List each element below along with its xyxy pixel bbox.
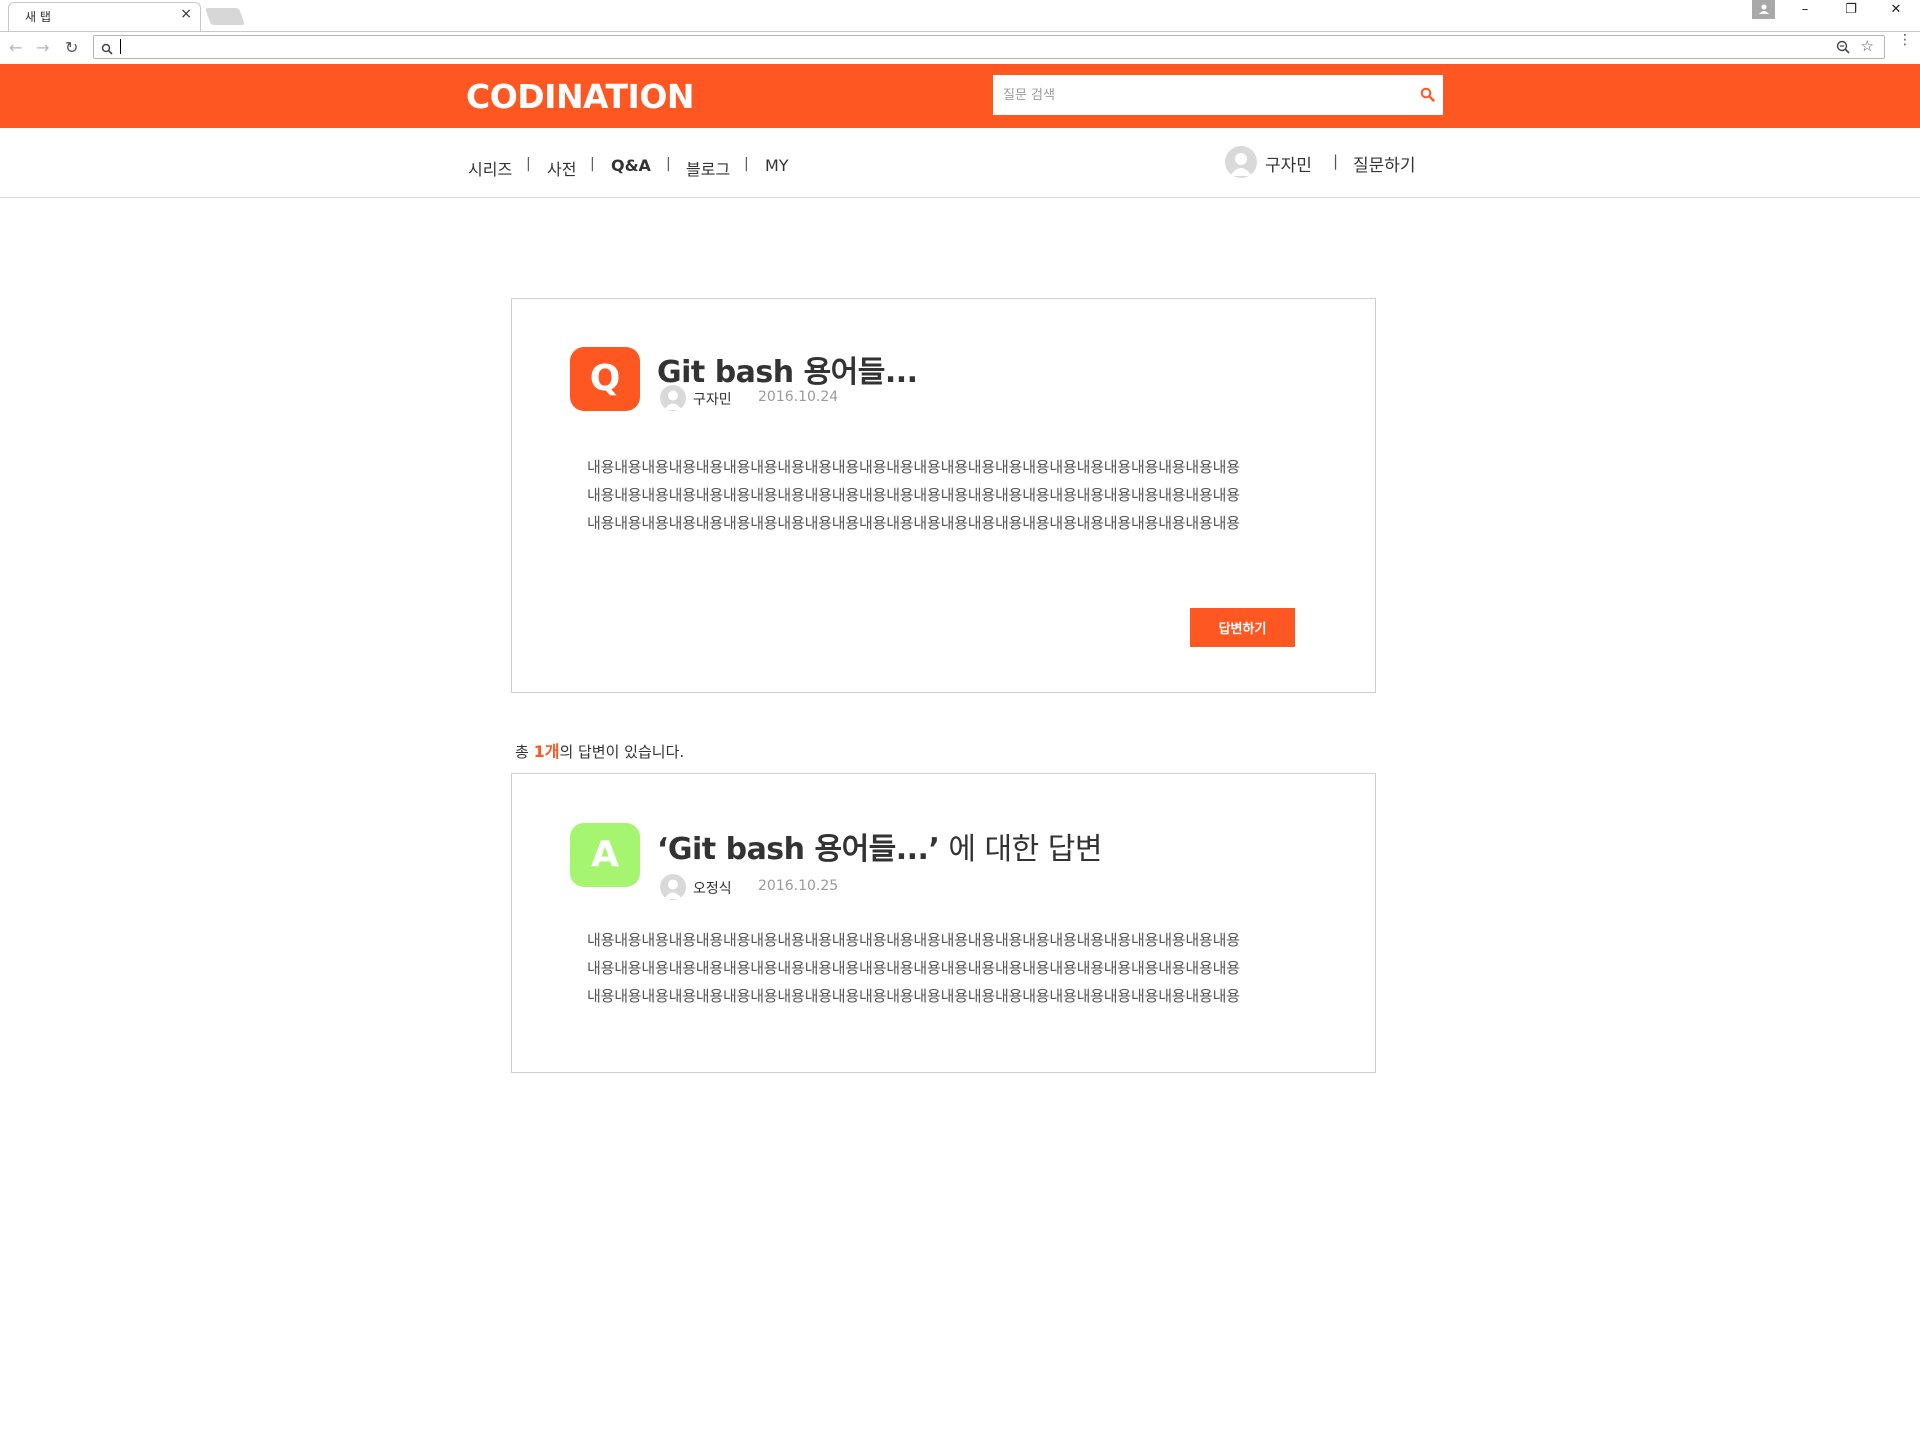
answer-body: 내용내용내용내용내용내용내용내용내용내용내용내용내용내용내용내용내용내용내용내용… xyxy=(587,926,1307,1010)
post-date: 2016.10.25 xyxy=(758,878,839,894)
bookmark-star-icon[interactable]: ☆ xyxy=(1861,37,1874,55)
nav-separator: | xyxy=(744,156,749,172)
browser-tab-bar: 새 탭 × – ❐ ✕ xyxy=(0,0,1920,31)
answer-title: ‘Git bash 용어들...’ 에 대한 답변 xyxy=(657,824,1102,868)
answer-title-rest: 에 대한 답변 xyxy=(939,832,1102,867)
tab-close-icon[interactable]: × xyxy=(180,6,192,22)
main-nav: 시리즈 | 사전 | Q&A | 블로그 | MY 구자민 | 질문하기 xyxy=(0,128,1920,198)
question-title: Git bash 용어들... xyxy=(657,355,918,390)
text-caret xyxy=(120,39,121,54)
body-line: 내용내용내용내용내용내용내용내용내용내용내용내용내용내용내용내용내용내용내용내용… xyxy=(587,458,1240,476)
window-close-icon[interactable]: ✕ xyxy=(1878,2,1914,24)
nav-separator: | xyxy=(590,156,595,172)
nav-separator: | xyxy=(1333,152,1339,170)
nav-item-blog[interactable]: 블로그 xyxy=(686,156,730,180)
user-name[interactable]: 구자민 xyxy=(1265,151,1312,176)
body-line: 내용내용내용내용내용내용내용내용내용내용내용내용내용내용내용내용내용내용내용내용… xyxy=(587,486,1240,504)
body-line: 내용내용내용내용내용내용내용내용내용내용내용내용내용내용내용내용내용내용내용내용… xyxy=(587,931,1240,949)
post-date: 2016.10.24 xyxy=(758,389,839,405)
site-logo[interactable]: CODINATION xyxy=(466,77,695,116)
browser-menu-icon[interactable]: ⋮ xyxy=(1898,33,1912,47)
nav-item-qna[interactable]: Q&A xyxy=(611,156,651,175)
avatar xyxy=(660,385,686,411)
nav-item-series[interactable]: 시리즈 xyxy=(468,156,512,180)
body-line: 내용내용내용내용내용내용내용내용내용내용내용내용내용내용내용내용내용내용내용내용… xyxy=(587,959,1240,977)
answer-count-suffix: 의 답변이 있습니다. xyxy=(559,743,685,761)
reload-icon[interactable]: ↻ xyxy=(65,38,78,57)
body-line: 내용내용내용내용내용내용내용내용내용내용내용내용내용내용내용내용내용내용내용내용… xyxy=(587,987,1240,1005)
question-body: 내용내용내용내용내용내용내용내용내용내용내용내용내용내용내용내용내용내용내용내용… xyxy=(587,453,1307,537)
answer-count-number: 1개 xyxy=(533,742,560,761)
ask-question-link[interactable]: 질문하기 xyxy=(1353,151,1416,176)
tab-title: 새 탭 xyxy=(25,10,51,24)
avatar xyxy=(660,874,686,900)
new-tab-button[interactable] xyxy=(204,8,246,25)
author-name: 오정식 xyxy=(693,881,732,897)
zoom-icon[interactable] xyxy=(1836,39,1850,58)
answer-badge: A xyxy=(570,823,640,887)
question-badge: Q xyxy=(570,347,640,411)
restore-icon[interactable]: ❐ xyxy=(1833,2,1869,24)
search-icon[interactable] xyxy=(1420,87,1435,106)
body-line: 내용내용내용내용내용내용내용내용내용내용내용내용내용내용내용내용내용내용내용내용… xyxy=(587,514,1240,532)
answer-card: A ‘Git bash 용어들...’ 에 대한 답변 오정식 2016.10.… xyxy=(511,773,1376,1073)
question-card: Q Git bash 용어들... 구자민 2016.10.24 내용내용내용내… xyxy=(511,298,1376,693)
profile-icon[interactable] xyxy=(1752,0,1775,19)
nav-item-my[interactable]: MY xyxy=(765,156,789,175)
nav-separator: | xyxy=(666,156,671,172)
answer-count-prefix: 총 xyxy=(515,743,534,761)
back-arrow-icon[interactable]: ← xyxy=(9,38,22,57)
search-input[interactable] xyxy=(1003,86,1403,104)
avatar[interactable] xyxy=(1225,146,1257,178)
nav-separator: | xyxy=(526,156,531,172)
answer-count: 총 1개의 답변이 있습니다. xyxy=(515,738,684,762)
question-search xyxy=(993,75,1443,115)
site-header: CODINATION xyxy=(0,64,1920,128)
answer-title-quote: ‘Git bash 용어들...’ xyxy=(657,832,940,867)
forward-arrow-icon[interactable]: → xyxy=(36,38,49,57)
browser-toolbar: ← → ↻ ☆ ⋮ xyxy=(0,31,1920,63)
address-input[interactable] xyxy=(120,39,1820,55)
reply-button[interactable]: 답변하기 xyxy=(1190,608,1295,647)
search-icon xyxy=(101,40,113,59)
browser-tab[interactable]: 새 탭 × xyxy=(8,2,201,31)
nav-item-dictionary[interactable]: 사전 xyxy=(547,156,576,180)
author-name: 구자민 xyxy=(693,392,732,408)
address-bar[interactable]: ☆ xyxy=(93,35,1885,59)
minimize-icon[interactable]: – xyxy=(1787,2,1823,24)
